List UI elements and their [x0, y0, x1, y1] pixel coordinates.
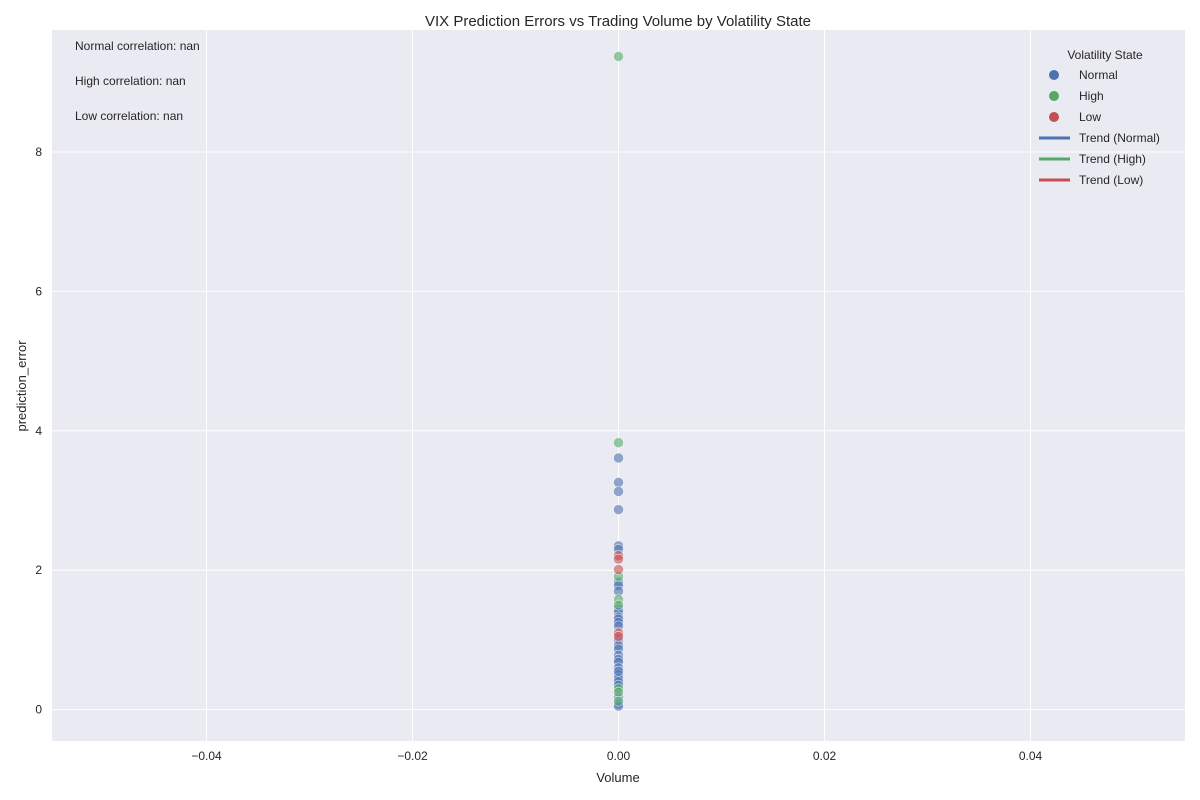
y-tick-label: 2 [35, 563, 42, 577]
legend-marker [1049, 91, 1059, 101]
chart-title: VIX Prediction Errors vs Trading Volume … [425, 13, 811, 30]
data-point-normal [613, 452, 624, 464]
annotation-low-correlation: Low correlation: nan [75, 109, 183, 123]
annotation-normal-correlation: Normal correlation: nan [75, 39, 200, 53]
legend-label: Low [1079, 110, 1101, 124]
legend-marker [1049, 70, 1059, 80]
y-tick-label: 0 [35, 703, 42, 717]
data-point-low [613, 631, 624, 642]
data-point-high [613, 437, 624, 448]
data-point-low [613, 553, 624, 565]
data-point-normal [613, 665, 624, 677]
x-axis-label: Volume [596, 770, 639, 785]
x-axis-ticks: −0.04 −0.02 0.00 0.02 0.04 [191, 749, 1042, 763]
legend-label: Trend (High) [1079, 152, 1146, 166]
data-point-normal [613, 477, 624, 488]
data-point-high [613, 686, 624, 698]
x-tick-label: 0.02 [813, 749, 837, 763]
data-point-high [613, 51, 624, 62]
x-tick-label: 0.04 [1019, 749, 1043, 763]
y-axis-ticks: 0 2 4 6 8 [35, 145, 42, 717]
y-tick-label: 8 [35, 145, 42, 159]
annotation-high-correlation: High correlation: nan [75, 74, 186, 88]
scatter-chart: −0.04 −0.02 0.00 0.02 0.04 0 2 4 6 8 VIX Predict… [14, 13, 1185, 785]
legend-label: Trend (Low) [1079, 173, 1143, 187]
legend-title: Volatility State [1067, 48, 1143, 62]
data-point-high [613, 599, 624, 611]
y-tick-label: 4 [35, 424, 42, 438]
x-tick-label: −0.02 [397, 749, 428, 763]
data-point-low [613, 564, 624, 575]
legend-label: Normal [1079, 68, 1118, 82]
legend-label: Trend (Normal) [1079, 131, 1160, 145]
x-tick-label: −0.04 [191, 749, 222, 763]
data-point-normal [613, 486, 624, 497]
data-point-high [613, 695, 624, 707]
y-tick-label: 6 [35, 284, 42, 298]
data-point-normal [613, 504, 624, 515]
legend-marker [1049, 112, 1059, 122]
legend-label: High [1079, 89, 1104, 103]
y-axis-label: prediction_error [14, 340, 29, 432]
x-tick-label: 0.00 [607, 749, 631, 763]
